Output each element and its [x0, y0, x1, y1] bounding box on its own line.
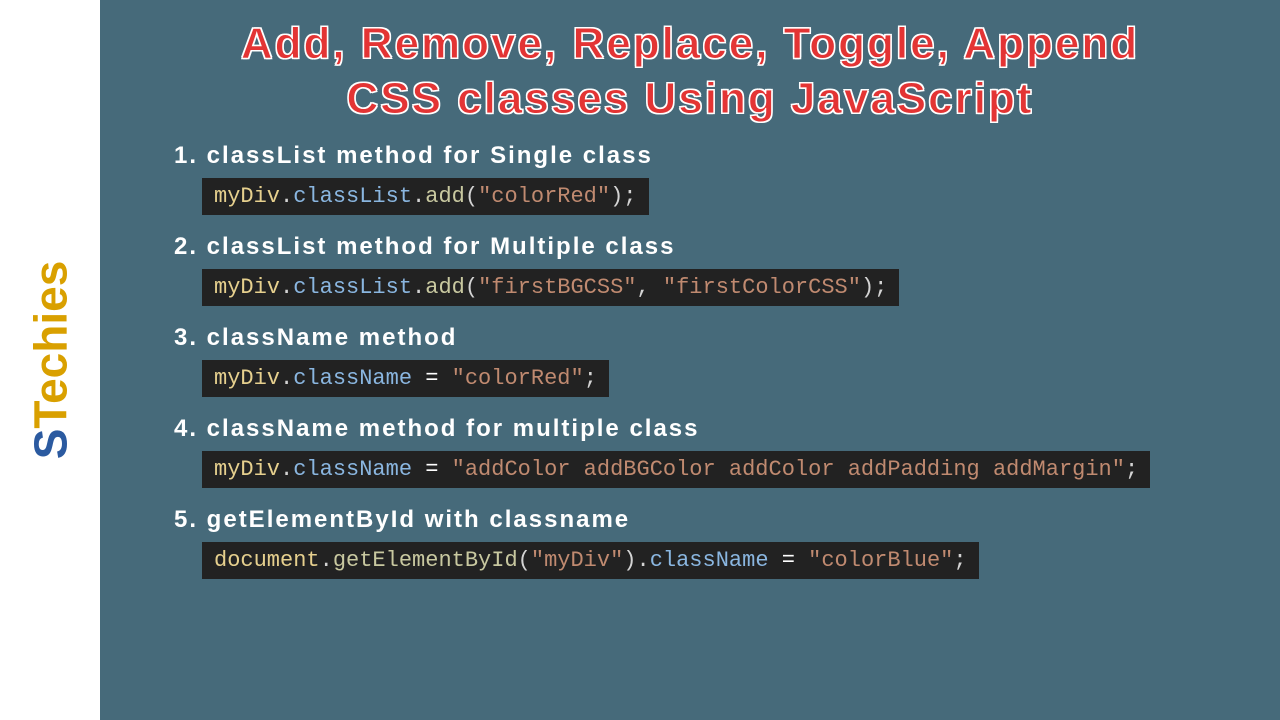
code-token: "firstBGCSS" [478, 275, 636, 300]
code-token: myDiv [214, 457, 280, 482]
logo-part-3: ies [24, 261, 76, 325]
item-title: 4. className method for multiple class [174, 415, 1256, 443]
title-line-2: CSS classes Using JavaScript [124, 71, 1256, 126]
code-token: = [412, 457, 452, 482]
logo-part-1: S [24, 429, 76, 460]
code-token: , [637, 275, 663, 300]
code-token: = [412, 366, 452, 391]
items-list: 1. classList method for Single class myDi… [124, 142, 1256, 579]
code-token: add [425, 184, 465, 209]
code-token: className [293, 366, 412, 391]
item-title: 1. classList method for Single class [174, 142, 1256, 170]
code-token: ( [465, 275, 478, 300]
code-token: ); [610, 184, 636, 209]
code-block: myDiv.className = "addColor addBGColor a… [202, 451, 1150, 488]
code-token: "colorBlue" [808, 548, 953, 573]
code-token: "firstColorCSS" [663, 275, 861, 300]
code-token: . [412, 184, 425, 209]
code-token: classList [293, 275, 412, 300]
code-token: "colorRed" [452, 366, 584, 391]
code-token: getElementById [333, 548, 518, 573]
code-token: ; [953, 548, 966, 573]
code-token: ) [623, 548, 636, 573]
code-token: . [280, 366, 293, 391]
code-token: . [280, 457, 293, 482]
list-item: 3. className method myDiv.className = "co… [174, 324, 1256, 397]
code-token: . [280, 184, 293, 209]
code-token: ( [518, 548, 531, 573]
page-title: Add, Remove, Replace, Toggle, Append CSS… [124, 16, 1256, 126]
code-token: . [280, 275, 293, 300]
code-token: ; [1125, 457, 1138, 482]
list-item: 4. className method for multiple class my… [174, 415, 1256, 488]
item-title: 2. classList method for Multiple class [174, 233, 1256, 261]
logo-part-2: Tech [24, 325, 76, 429]
code-block: document.getElementById("myDiv").classNa… [202, 542, 979, 579]
code-token: document [214, 548, 320, 573]
main-content: Add, Remove, Replace, Toggle, Append CSS… [100, 0, 1280, 720]
code-token: "addColor addBGColor addColor addPadding… [452, 457, 1125, 482]
code-block: myDiv.className = "colorRed"; [202, 360, 609, 397]
list-item: 5. getElementById with classname document… [174, 506, 1256, 579]
code-token: myDiv [214, 366, 280, 391]
code-token: "colorRed" [478, 184, 610, 209]
list-item: 2. classList method for Multiple class my… [174, 233, 1256, 306]
code-token: . [412, 275, 425, 300]
code-block: myDiv.classList.add("colorRed"); [202, 178, 649, 215]
code-token: . [637, 548, 650, 573]
code-token: ( [465, 184, 478, 209]
logo: STechies [23, 261, 77, 460]
code-token: add [425, 275, 465, 300]
code-token: classList [293, 184, 412, 209]
code-block: myDiv.classList.add("firstBGCSS", "first… [202, 269, 899, 306]
code-token: ); [861, 275, 887, 300]
item-title: 5. getElementById with classname [174, 506, 1256, 534]
title-line-1: Add, Remove, Replace, Toggle, Append [124, 16, 1256, 71]
item-title: 3. className method [174, 324, 1256, 352]
code-token: = [769, 548, 809, 573]
code-token: . [320, 548, 333, 573]
code-token: className [293, 457, 412, 482]
code-token: myDiv [214, 275, 280, 300]
code-token: className [650, 548, 769, 573]
sidebar: STechies [0, 0, 100, 720]
list-item: 1. classList method for Single class myDi… [174, 142, 1256, 215]
code-token: myDiv [214, 184, 280, 209]
code-token: "myDiv" [531, 548, 623, 573]
code-token: ; [584, 366, 597, 391]
